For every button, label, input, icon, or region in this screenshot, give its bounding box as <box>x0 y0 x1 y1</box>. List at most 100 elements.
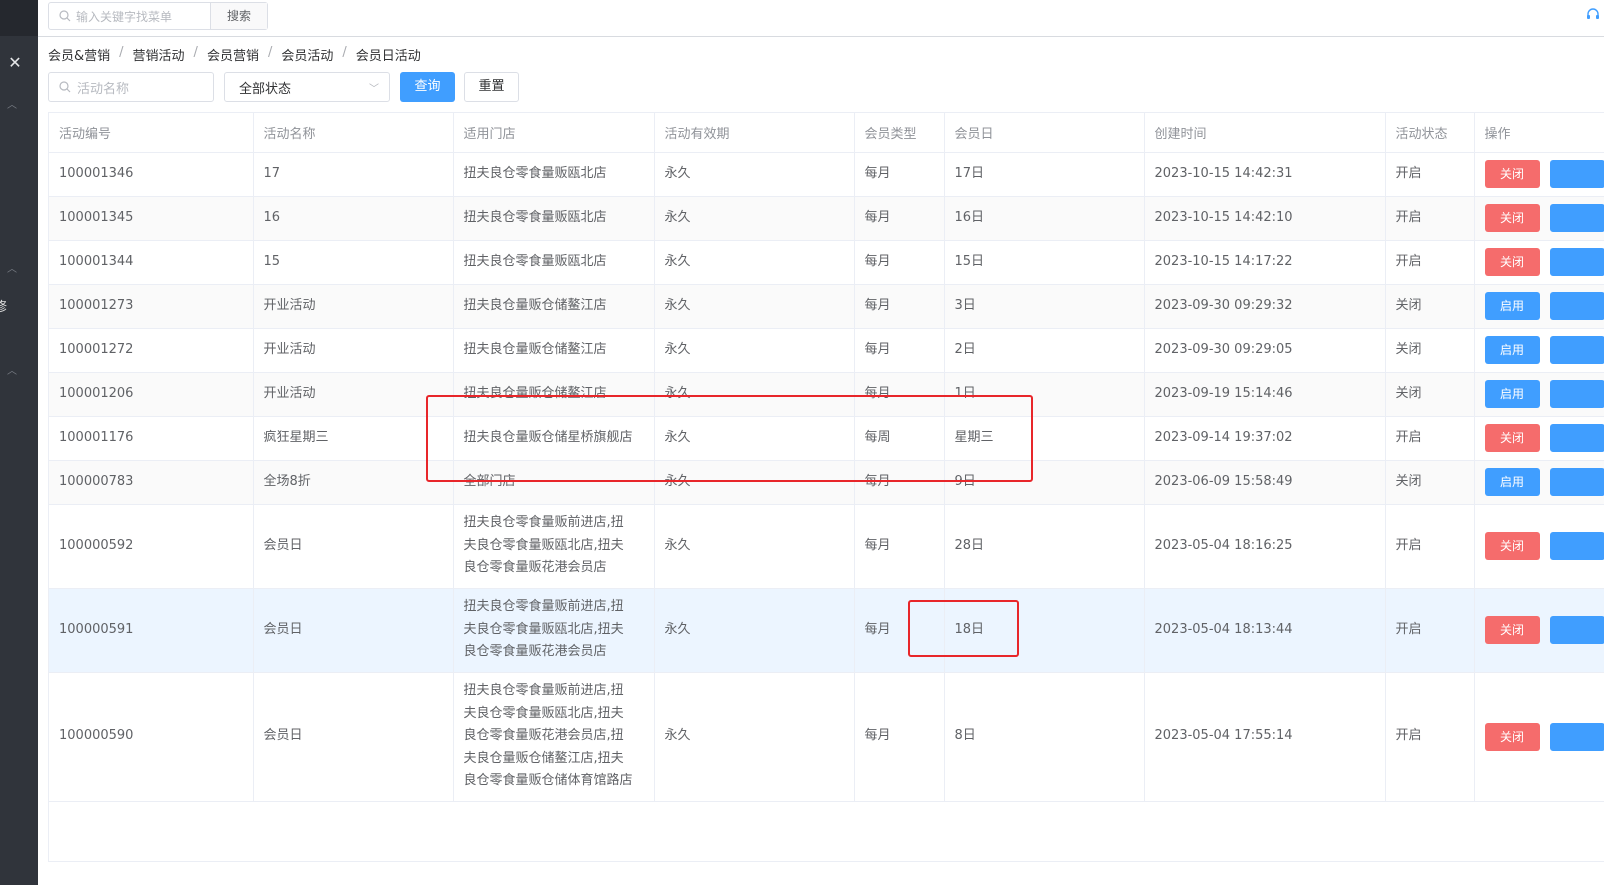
enable-activity-button[interactable]: 启用 <box>1484 380 1540 408</box>
cell-actions: 关闭 <box>1474 588 1604 673</box>
cell-validity: 永久 <box>654 196 855 241</box>
menu-search-placeholder: 输入关键字找菜单 <box>76 9 173 24</box>
store-line: 夫良仓量贩仓储鳌江店,扭夫 <box>463 750 624 766</box>
row-action-button-cropped[interactable] <box>1549 532 1604 560</box>
row-action-button-cropped[interactable] <box>1549 616 1604 644</box>
store-line: 良仓零食量贩花港会员店,扭 <box>463 728 624 744</box>
breadcrumb-separator: / <box>342 45 347 60</box>
close-activity-button[interactable]: 关闭 <box>1484 722 1540 751</box>
cell-validity: 永久 <box>654 240 855 285</box>
row-action-button-cropped[interactable] <box>1549 424 1604 452</box>
breadcrumb-separator: / <box>267 45 273 60</box>
chevron-up-icon[interactable]: ︿ <box>5 366 19 378</box>
cell-member-day: 17日 <box>944 152 1145 197</box>
store-line: 良仓零食量贩仓储体育馆路店 <box>463 773 633 789</box>
cell-status: 关闭 <box>1385 284 1475 329</box>
breadcrumb-item[interactable]: 会员营销 <box>207 45 259 64</box>
row-action-button-cropped[interactable] <box>1549 336 1604 364</box>
store-line: 良仓零食量贩花港会员店 <box>463 560 607 576</box>
row-actions: 关闭 <box>1484 722 1604 751</box>
chevron-up-icon[interactable]: ︿ <box>5 264 19 276</box>
breadcrumb-item[interactable]: 营销活动 <box>133 45 185 64</box>
cell-activity-id: 100000591 <box>49 588 254 673</box>
cell-validity: 永久 <box>654 284 855 329</box>
column-header: 活动状态 <box>1385 113 1475 153</box>
row-actions: 关闭 <box>1484 616 1604 644</box>
cell-member-type: 每月 <box>854 240 945 285</box>
cell-actions: 启用 <box>1474 328 1604 373</box>
cell-member-day: 9日 <box>944 460 1145 505</box>
row-actions: 关闭 <box>1484 204 1604 232</box>
cell-member-type: 每月 <box>854 284 945 329</box>
table-row: 100001344 15 扭夫良仓零食量贩瓯北店 永久 每月 15日 2023-10-15 … <box>49 240 1604 285</box>
row-action-button-cropped[interactable] <box>1549 380 1604 408</box>
column-header: 活动名称 <box>253 113 454 153</box>
close-activity-button[interactable]: 关闭 <box>1484 160 1540 188</box>
close-icon[interactable]: ✕ <box>4 52 26 74</box>
table-row: 100000783 全场8折 全部门店 永久 每月 9日 2023-06-09 15:58:… <box>49 460 1604 505</box>
cell-created-time: 2023-05-04 18:13:44 <box>1144 588 1386 673</box>
column-header: 会员日 <box>944 113 1145 153</box>
cell-validity: 永久 <box>654 416 855 461</box>
row-action-button-cropped[interactable] <box>1549 204 1604 232</box>
breadcrumb-item[interactable]: 会员活动 <box>281 45 333 64</box>
row-actions: 关闭 <box>1484 532 1604 560</box>
row-actions: 关闭 <box>1484 160 1604 188</box>
row-action-button-cropped[interactable] <box>1549 722 1604 751</box>
cell-activity-name: 会员日 <box>253 672 454 802</box>
close-activity-button[interactable]: 关闭 <box>1484 616 1540 644</box>
menu-search-button[interactable]: 搜索 <box>211 3 267 29</box>
activity-table: 活动编号 活动名称 适用门店 活动有效期 会员类型 会员日 创建时间 活动状态 … <box>48 112 1604 862</box>
cell-status: 开启 <box>1385 152 1475 197</box>
close-activity-button[interactable]: 关闭 <box>1484 532 1540 560</box>
row-action-button-cropped[interactable] <box>1549 468 1604 496</box>
table-row: 100001273 开业活动 扭夫良仓量贩仓储鳌江店 永久 每月 3日 2023-09-30… <box>49 284 1604 329</box>
cell-member-day: 28日 <box>944 504 1145 589</box>
row-action-button-cropped[interactable] <box>1549 248 1604 276</box>
store-line: 夫良仓零食量贩瓯北店,扭夫 <box>463 537 624 553</box>
cell-actions: 关闭 <box>1474 240 1604 285</box>
activity-name-input[interactable]: 活动名称 <box>48 72 214 102</box>
table-row: 100000591 会员日 扭夫良仓零食量贩前进店,扭 夫良仓零食量贩瓯北店,扭夫 良仓… <box>49 588 1604 673</box>
cell-member-type: 每月 <box>854 372 945 417</box>
close-activity-button[interactable]: 关闭 <box>1484 424 1540 452</box>
enable-activity-button[interactable]: 启用 <box>1484 468 1540 496</box>
breadcrumb-item[interactable]: 会员&营销 <box>48 45 110 64</box>
enable-activity-button[interactable]: 启用 <box>1484 336 1540 364</box>
breadcrumb-separator: / <box>119 45 124 60</box>
table-row: 100001272 开业活动 扭夫良仓量贩仓储鳌江店 永久 每月 2日 2023-09-30… <box>49 328 1604 373</box>
row-action-button-cropped[interactable] <box>1549 160 1604 188</box>
sidebar-header <box>0 0 38 36</box>
cell-activity-id: 100001346 <box>49 152 254 197</box>
table-header-row: 活动编号 活动名称 适用门店 活动有效期 会员类型 会员日 创建时间 活动状态 … <box>49 113 1604 153</box>
cell-actions: 启用 <box>1474 372 1604 417</box>
reset-button[interactable]: 重置 <box>464 72 519 102</box>
cell-validity: 永久 <box>654 588 855 673</box>
cell-store: 扭夫良仓量贩仓储鳌江店 <box>453 284 655 329</box>
cell-status: 开启 <box>1385 588 1475 673</box>
row-action-button-cropped[interactable] <box>1549 292 1604 320</box>
cell-created-time: 2023-10-15 14:42:31 <box>1144 152 1386 197</box>
sidebar-item-label-fragment[interactable]: 修 <box>0 296 7 315</box>
cell-member-day: 16日 <box>944 196 1145 241</box>
close-activity-button[interactable]: 关闭 <box>1484 204 1540 232</box>
chevron-up-icon[interactable]: ︿ <box>5 100 19 112</box>
table-row: 100001176 疯狂星期三 扭夫良仓量贩仓储星桥旗舰店 永久 每周 星期三 2023-0… <box>49 416 1604 461</box>
status-select[interactable]: 全部状态 ﹀ <box>224 72 390 102</box>
cell-member-day: 8日 <box>944 672 1145 802</box>
enable-activity-button[interactable]: 启用 <box>1484 292 1540 320</box>
column-header: 适用门店 <box>453 113 655 153</box>
cell-created-time: 2023-09-30 09:29:32 <box>1144 284 1386 329</box>
cell-activity-id: 100001176 <box>49 416 254 461</box>
cell-store: 扭夫良仓零食量贩瓯北店 <box>453 240 655 285</box>
headset-icon[interactable] <box>1586 8 1600 22</box>
close-activity-button[interactable]: 关闭 <box>1484 248 1540 276</box>
menu-search-input[interactable]: 输入关键字找菜单 <box>49 3 211 29</box>
cell-member-type: 每周 <box>854 416 945 461</box>
search-icon <box>59 81 71 93</box>
row-actions: 启用 <box>1484 336 1604 364</box>
cell-member-day: 18日 <box>944 588 1145 673</box>
cell-actions: 启用 <box>1474 284 1604 329</box>
query-button[interactable]: 查询 <box>400 72 455 102</box>
cell-activity-name: 开业活动 <box>253 328 454 373</box>
